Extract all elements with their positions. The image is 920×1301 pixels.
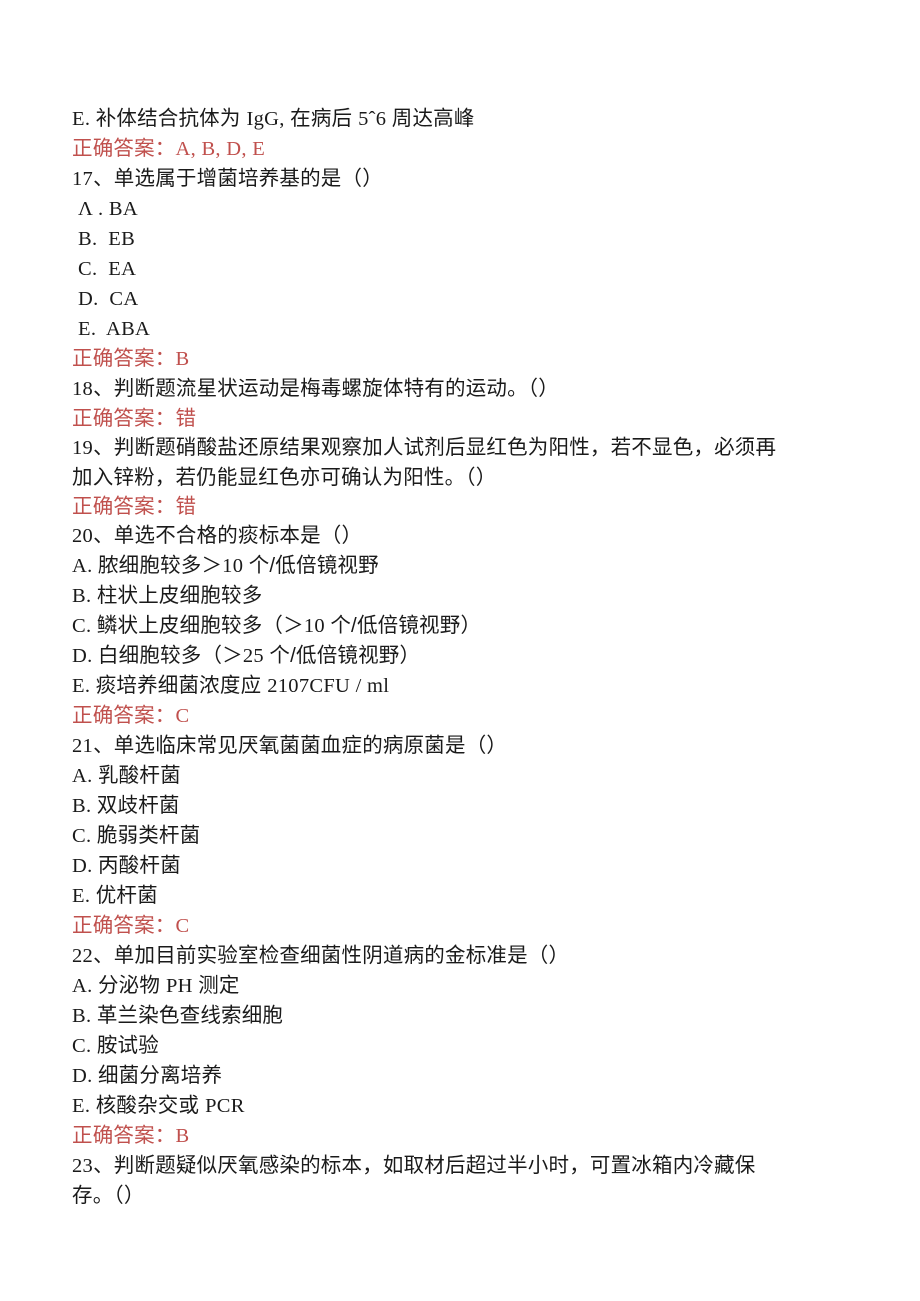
option-line: E. 补体结合抗体为 IgG, 在病后 5ˆ6 周达高峰 xyxy=(72,107,475,130)
option-line: B. 革兰染色查线索细胞 xyxy=(72,1004,284,1027)
question-line: 18、判断题流星状运动是梅毒螺旋体特有的运动。（） xyxy=(72,377,559,400)
correct-answer-line: 正确答案：错 xyxy=(72,407,197,430)
option-line: C. EA xyxy=(78,258,137,280)
correct-answer-line: 正确答案：B xyxy=(72,1124,190,1147)
option-line: E. 核酸杂交或 PCR xyxy=(72,1094,245,1117)
question-line: 20、单选不合格的痰标本是（） xyxy=(72,524,363,547)
option-line: B. EB xyxy=(78,228,136,250)
question-line: 19、判断题硝酸盐还原结果观察加人试剂后显红色为阳性，若不显色，必须再 xyxy=(72,436,777,459)
correct-answer-line: 正确答案：错 xyxy=(72,495,197,518)
option-line: A. 乳酸杆菌 xyxy=(72,764,181,787)
option-line: C. 脆弱类杆菌 xyxy=(72,824,201,847)
option-line: C. 鳞状上皮细胞较多（＞10 个/低倍镜视野） xyxy=(72,614,482,637)
question-line: 存。（） xyxy=(72,1184,145,1207)
option-line: C. 胺试验 xyxy=(72,1034,159,1057)
option-line: Λ . BA xyxy=(78,198,138,220)
question-line: 21、单选临床常见厌氧菌菌血症的病原菌是（） xyxy=(72,734,508,757)
question-line: 22、单加目前实验室检查细菌性阴道病的金标准是（） xyxy=(72,944,570,967)
option-line: D. 丙酸杆菌 xyxy=(72,854,181,877)
option-line: E. ABA xyxy=(78,318,151,340)
option-line: E. 优杆菌 xyxy=(72,884,158,907)
option-line: A. 脓细胞较多＞10 个/低倍镜视野 xyxy=(72,554,379,577)
question-list: E. 补体结合抗体为 IgG, 在病后 5ˆ6 周达高峰 正确答案：A, B, D… xyxy=(72,104,826,1210)
correct-answer-line: 正确答案：A, B, D, E xyxy=(72,137,266,160)
option-line: D. CA xyxy=(78,288,139,310)
option-line: B. 双歧杆菌 xyxy=(72,794,180,817)
correct-answer-line: 正确答案：B xyxy=(72,347,190,370)
question-line: 23、判断题疑似厌氧感染的标本，如取材后超过半小时，可置冰箱内冷藏保 xyxy=(72,1154,756,1177)
question-line: 17、单选属于增菌培养基的是（） xyxy=(72,167,383,190)
correct-answer-line: 正确答案：C xyxy=(72,704,190,727)
option-line: D. 细菌分离培养 xyxy=(72,1064,223,1087)
correct-answer-line: 正确答案：C xyxy=(72,914,190,937)
option-line: A. 分泌物 PH 测定 xyxy=(72,974,240,997)
option-line: E. 痰培养细菌浓度应 2107CFU / ml xyxy=(72,674,390,697)
option-line: D. 白细胞较多（＞25 个/低倍镜视野） xyxy=(72,644,421,667)
option-line: B. 柱状上皮细胞较多 xyxy=(72,584,263,607)
document-page: E. 补体结合抗体为 IgG, 在病后 5ˆ6 周达高峰 正确答案：A, B, D… xyxy=(0,0,920,1301)
question-line: 加入锌粉，若仍能显红色亦可确认为阳性。（） xyxy=(72,466,497,489)
